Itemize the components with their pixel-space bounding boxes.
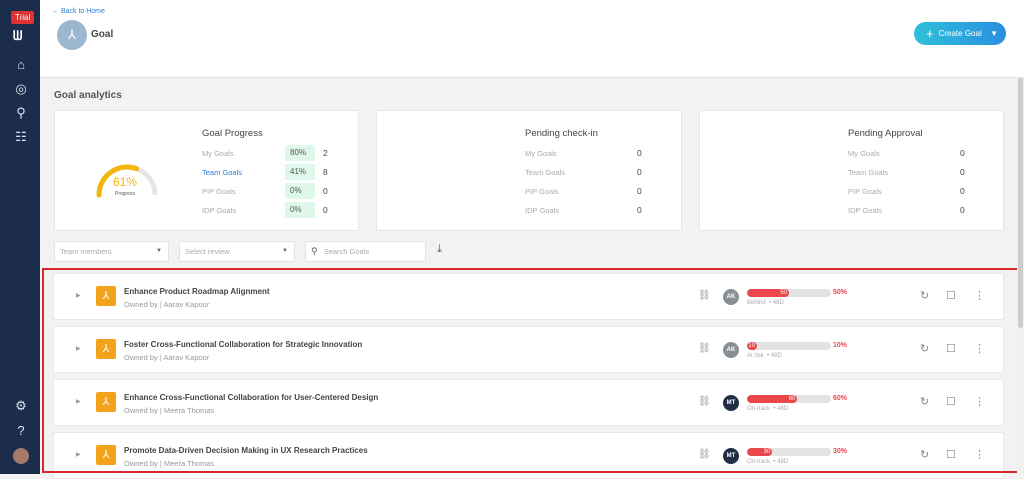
- card-title: Pending check-in: [525, 128, 598, 139]
- plus-icon: +: [926, 26, 934, 42]
- select-placeholder: Select review: [185, 247, 230, 256]
- stat-count: 2: [323, 148, 328, 158]
- goal-avatar-icon: ⅄: [57, 20, 87, 50]
- stat-label: Team Goals: [848, 168, 889, 177]
- card-title: Goal Progress: [202, 128, 263, 139]
- stat-count: 0: [960, 167, 965, 177]
- stat-count: 0: [323, 205, 328, 215]
- pending-checkin-card: Pending check-in My Goals 0 Team Goals 0 PIP…: [376, 110, 682, 231]
- user-run-icon[interactable]: ⚲: [13, 105, 29, 121]
- stat-count: 0: [637, 205, 642, 215]
- gauge-label: Progress: [115, 191, 136, 197]
- pending-approval-card: Pending Approval My Goals 0 Team Goals 0 PIP…: [699, 110, 1004, 231]
- select-review-select[interactable]: Select review ▼: [179, 241, 295, 262]
- create-goal-button[interactable]: + Create Goal ▼: [914, 22, 1006, 45]
- stat-label[interactable]: Team Goals: [202, 168, 242, 177]
- stat-label: Team Goals: [525, 168, 566, 177]
- sidebar: Trial ᗯ ⌂ ◎ ⚲ ☷ ⚙ ?: [0, 0, 40, 474]
- back-to-home-link[interactable]: ← Back to Home: [52, 8, 105, 15]
- goal-progress-card: 61% Progress Goal Progress My Goals 80% 2 T…: [54, 110, 359, 231]
- chevron-down-icon[interactable]: ▼: [990, 22, 998, 45]
- section-title: Goal analytics: [54, 90, 122, 101]
- stat-label: My Goals: [525, 149, 557, 158]
- page-title: Goal: [91, 29, 114, 40]
- team-icon[interactable]: ☷: [13, 129, 29, 145]
- scrollbar[interactable]: [1017, 78, 1024, 474]
- user-avatar[interactable]: [13, 448, 29, 464]
- stat-label: IDP Goals: [525, 206, 560, 215]
- stat-label: PIP Goals: [202, 187, 236, 196]
- settings-icon[interactable]: ⚙: [13, 398, 29, 414]
- stat-label: My Goals: [848, 149, 880, 158]
- stat-count: 0: [960, 148, 965, 158]
- help-icon[interactable]: ?: [13, 423, 29, 439]
- stat-label: PIP Goals: [525, 187, 559, 196]
- team-members-select[interactable]: Team members ▼: [54, 241, 169, 262]
- gauge-value: 61%: [113, 175, 138, 189]
- stat-count: 0: [637, 186, 642, 196]
- page-header: ← Back to Home ⅄ Goal + Create Goal ▼: [40, 0, 1024, 78]
- stat-count: 8: [323, 167, 328, 177]
- stat-label: IDP Goals: [848, 206, 883, 215]
- stat-percent: 0%: [285, 202, 315, 218]
- search-goals-input[interactable]: ⚲ Search Goals: [305, 241, 426, 262]
- trial-badge: Trial: [11, 11, 35, 24]
- stat-label: My Goals: [202, 149, 234, 158]
- stat-count: 0: [637, 148, 642, 158]
- search-icon: ⚲: [311, 246, 318, 256]
- stat-label: PIP Goals: [848, 187, 882, 196]
- chevron-down-icon: ▼: [156, 248, 162, 254]
- download-icon[interactable]: ⤓: [437, 243, 442, 256]
- create-goal-label: Create Goal: [938, 29, 982, 38]
- stat-count: 0: [323, 186, 328, 196]
- stat-count: 0: [960, 205, 965, 215]
- target-icon[interactable]: ◎: [13, 81, 29, 97]
- chevron-down-icon: ▼: [282, 248, 288, 254]
- scrollbar-thumb[interactable]: [1018, 78, 1023, 328]
- select-placeholder: Team members: [60, 247, 112, 256]
- stat-percent: 80%: [285, 145, 315, 161]
- highlight-box: [42, 268, 1022, 473]
- home-icon[interactable]: ⌂: [13, 57, 29, 73]
- app-logo[interactable]: ᗯ: [13, 28, 22, 44]
- stat-count: 0: [637, 167, 642, 177]
- stat-label: IDP Goals: [202, 206, 237, 215]
- search-placeholder: Search Goals: [323, 247, 370, 256]
- card-title: Pending Approval: [848, 128, 923, 139]
- stat-percent: 0%: [285, 183, 315, 199]
- stat-percent: 41%: [285, 164, 315, 180]
- stat-count: 0: [960, 186, 965, 196]
